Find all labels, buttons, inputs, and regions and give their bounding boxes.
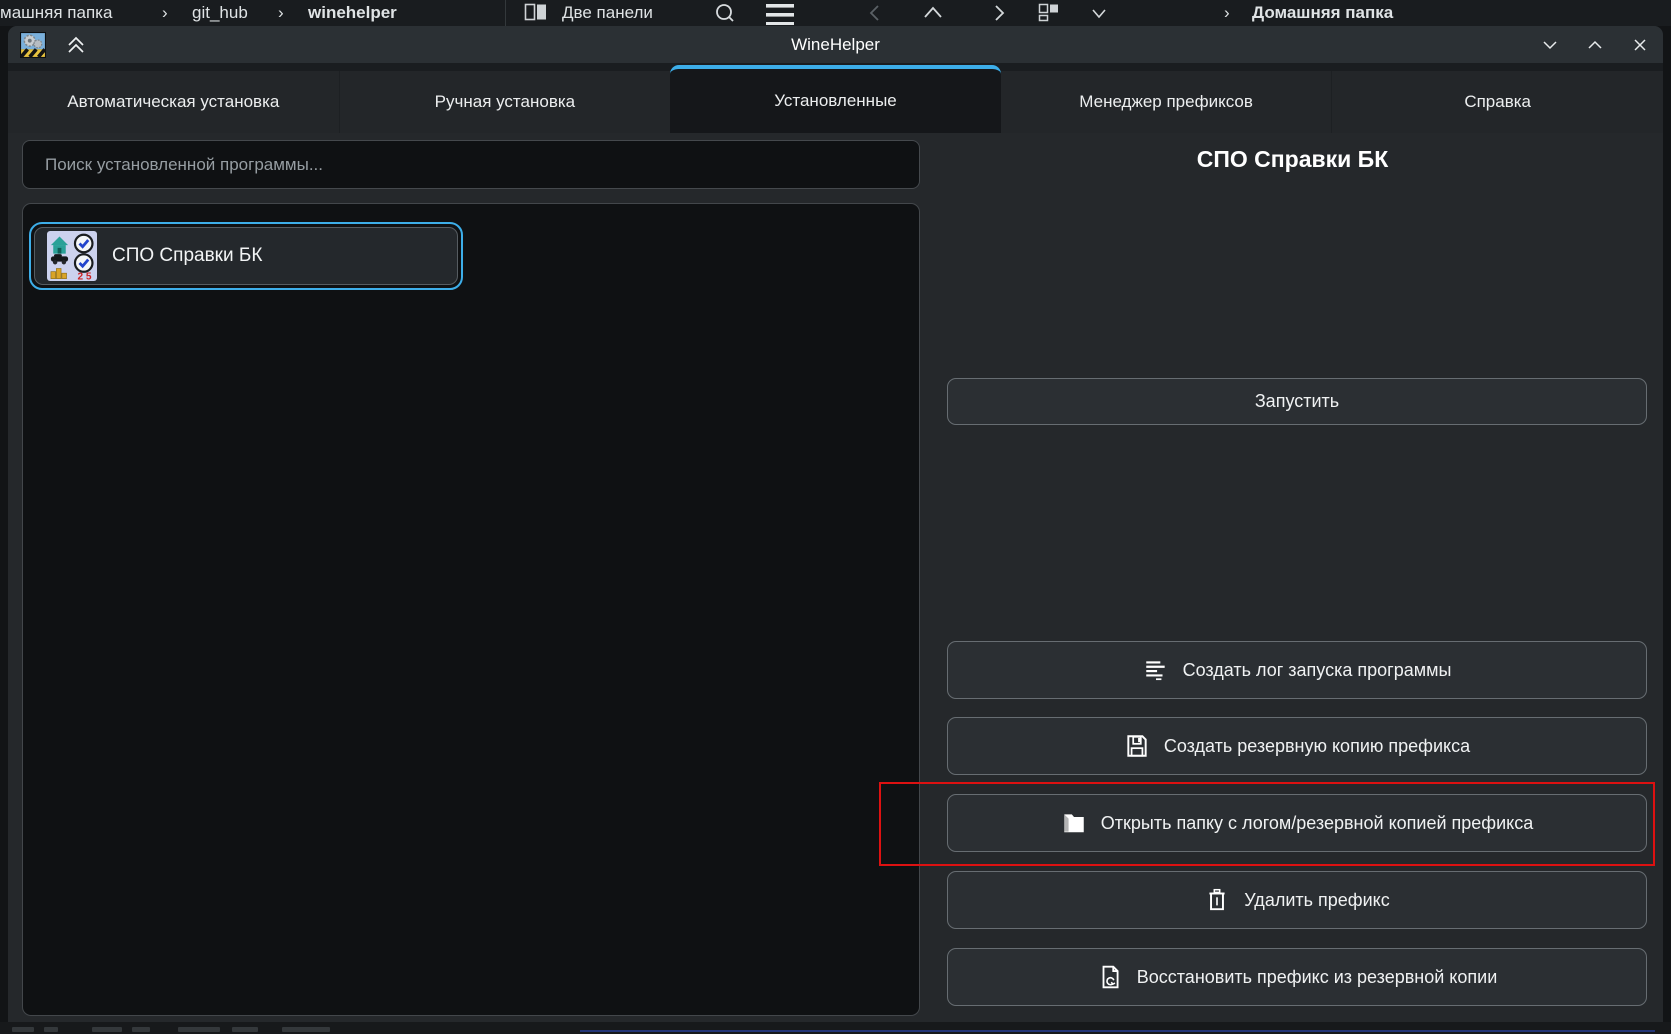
chevron-up-icon — [1586, 36, 1604, 54]
split-view-label[interactable]: Две панели — [562, 1, 653, 25]
delete-prefix-button[interactable]: Удалить префикс — [947, 871, 1647, 929]
obscured-text — [92, 1027, 122, 1032]
breadcrumb-separator: › — [162, 1, 168, 25]
detail-title: СПО Справки БК — [922, 146, 1663, 173]
close-button[interactable] — [1631, 36, 1649, 54]
tab-installed[interactable]: Установленные — [670, 65, 1001, 133]
create-log-button[interactable]: Создать лог запуска программы — [947, 641, 1647, 699]
program-detail-panel: СПО Справки БК Запустить Создать лог зап… — [922, 133, 1663, 1022]
create-backup-label: Создать резервную копию префикса — [1164, 736, 1470, 757]
double-chevron-up-icon — [65, 34, 87, 56]
keep-above-button[interactable] — [64, 33, 88, 57]
dropdown-chevron-icon[interactable] — [1090, 8, 1108, 19]
window-controls — [1541, 26, 1649, 63]
hamburger-menu-icon[interactable] — [764, 1, 798, 25]
winehelper-app-icon — [20, 32, 46, 58]
back-chevron-icon[interactable] — [866, 3, 884, 23]
background-bottom-strip — [0, 1022, 1671, 1034]
up-chevron-icon[interactable] — [922, 5, 944, 19]
program-icon: 2 5 — [47, 231, 97, 281]
background-blue-line — [580, 1030, 1655, 1032]
obscured-text — [12, 1027, 34, 1032]
run-button[interactable]: Запустить — [947, 378, 1647, 425]
svg-text:2 5: 2 5 — [77, 271, 91, 281]
tab-prefix-manager[interactable]: Менеджер префиксов — [1001, 71, 1332, 133]
minimize-button[interactable] — [1541, 36, 1559, 54]
obscured-text — [178, 1027, 220, 1032]
floppy-save-icon — [1124, 733, 1150, 759]
trash-icon — [1204, 887, 1230, 913]
toolbar-divider — [505, 0, 506, 26]
search-icon[interactable] — [714, 3, 736, 25]
view-mode-icon[interactable] — [1038, 3, 1060, 23]
winehelper-window: WineHelper — [8, 26, 1663, 1022]
folder-icon — [1061, 810, 1087, 836]
obscured-text — [132, 1027, 150, 1032]
screen: машняя папка › git_hub › winehelper Две … — [0, 0, 1671, 1034]
breadcrumb-git-hub[interactable]: git_hub — [192, 1, 248, 25]
split-view-icon[interactable] — [524, 3, 548, 23]
program-list-item-selected[interactable]: 2 5 СПО Справки БК — [29, 222, 463, 290]
breadcrumb-winehelper[interactable]: winehelper — [308, 1, 397, 25]
program-name: СПО Справки БК — [112, 245, 262, 267]
maximize-button[interactable] — [1586, 36, 1604, 54]
obscured-text — [232, 1027, 258, 1032]
run-button-label: Запустить — [1255, 391, 1339, 412]
window-title: WineHelper — [8, 35, 1663, 55]
background-file-manager-toolbar: машняя папка › git_hub › winehelper Две … — [0, 0, 1671, 26]
restore-prefix-button[interactable]: Восстановить префикс из резервной копии — [947, 948, 1647, 1006]
forward-chevron-icon[interactable] — [990, 3, 1008, 23]
program-list: 2 5 СПО Справки БК — [22, 203, 920, 1016]
search-input[interactable] — [22, 140, 920, 189]
restore-prefix-label: Восстановить префикс из резервной копии — [1137, 967, 1498, 988]
obscured-text — [44, 1027, 58, 1032]
chevron-down-icon — [1541, 36, 1559, 54]
installed-tab-content: 2 5 СПО Справки БК СПО Справки БК Запуст… — [8, 133, 1663, 1022]
create-backup-button[interactable]: Создать резервную копию префикса — [947, 717, 1647, 775]
tab-auto-install[interactable]: Автоматическая установка — [8, 71, 339, 133]
create-log-label: Создать лог запуска программы — [1183, 660, 1452, 681]
delete-prefix-label: Удалить префикс — [1244, 890, 1389, 911]
tab-manual-install[interactable]: Ручная установка — [339, 71, 671, 133]
tab-bar: Автоматическая установка Ручная установк… — [8, 63, 1663, 133]
tab-help[interactable]: Справка — [1331, 71, 1663, 133]
breadcrumb-separator: › — [1224, 1, 1230, 25]
close-icon — [1631, 36, 1649, 54]
titlebar: WineHelper — [8, 26, 1663, 63]
breadcrumb-home-clipped[interactable]: машняя папка — [0, 1, 112, 25]
log-lines-icon — [1143, 657, 1169, 683]
open-folder-label: Открыть папку с логом/резервной копией п… — [1101, 813, 1534, 834]
restore-document-icon — [1097, 964, 1123, 990]
breadcrumb-separator: › — [278, 1, 284, 25]
open-folder-button[interactable]: Открыть папку с логом/резервной копией п… — [947, 794, 1647, 852]
obscured-text — [282, 1027, 330, 1032]
breadcrumb-home-right[interactable]: Домашняя папка — [1252, 1, 1393, 25]
